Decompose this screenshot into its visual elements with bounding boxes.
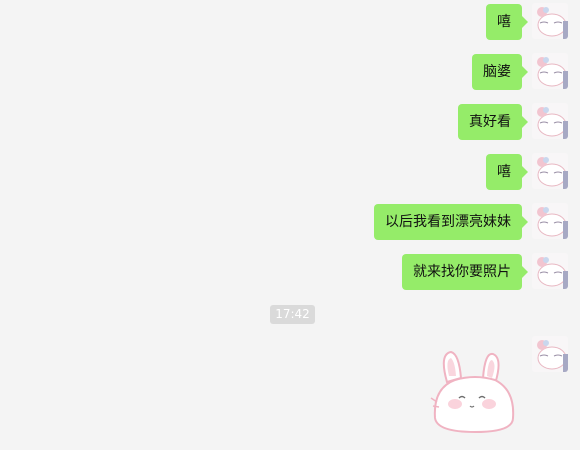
message-row: 以后我看到漂亮妹妹 — [0, 203, 580, 240]
user-avatar[interactable] — [532, 253, 568, 289]
message-row: 脑婆 — [0, 53, 580, 90]
message-bubble[interactable]: 就来找你要照片 — [402, 254, 528, 290]
user-avatar[interactable] — [532, 153, 568, 189]
message-bubble[interactable]: 以后我看到漂亮妹妹 — [374, 204, 528, 240]
user-avatar[interactable] — [532, 103, 568, 139]
message-row: 嘻 — [0, 153, 580, 190]
bunny-sticker-icon[interactable] — [425, 340, 525, 440]
user-avatar[interactable] — [532, 336, 568, 372]
message-row: 真好看 — [0, 103, 580, 140]
user-avatar[interactable] — [532, 203, 568, 239]
user-avatar[interactable] — [532, 53, 568, 89]
message-bubble[interactable]: 嘻 — [486, 154, 528, 190]
message-bubble[interactable]: 脑婆 — [472, 54, 528, 90]
chat-message-list[interactable]: 嘻 脑婆 真好看 嘻 以后我看到漂亮妹妹 就来找你要照片 17:42 — [0, 0, 580, 450]
user-avatar[interactable] — [532, 3, 568, 39]
message-bubble[interactable]: 嘻 — [486, 4, 528, 40]
message-timestamp: 17:42 — [270, 305, 315, 324]
message-row: 嘻 — [0, 3, 580, 40]
message-row: 就来找你要照片 — [0, 253, 580, 290]
message-bubble[interactable]: 真好看 — [458, 104, 528, 140]
